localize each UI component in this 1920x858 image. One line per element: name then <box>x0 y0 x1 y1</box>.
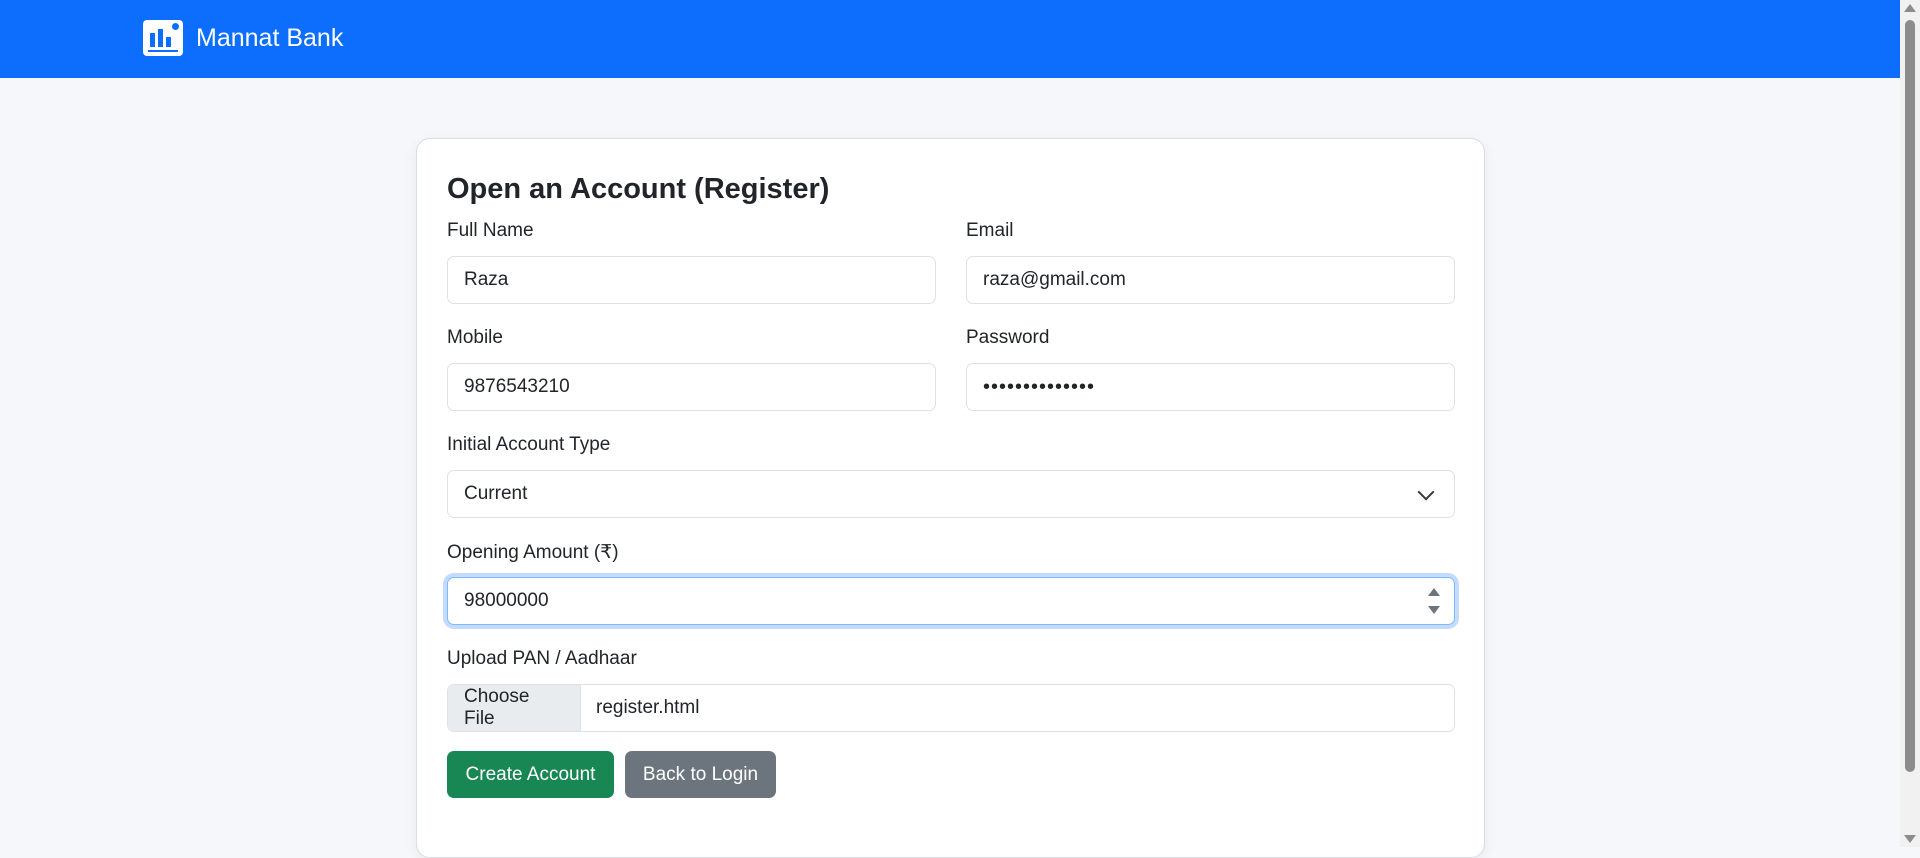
full-name-input[interactable]: Raza <box>447 256 936 304</box>
opening-amount-label: Opening Amount (₹) <box>447 542 619 563</box>
register-card: Open an Account (Register) Full Name Raz… <box>416 138 1485 858</box>
back-to-login-button[interactable]: Back to Login <box>625 751 776 798</box>
password-label: Password <box>966 327 1050 348</box>
page-title: Open an Account (Register) <box>447 173 830 205</box>
brand-name: Mannat Bank <box>196 23 344 52</box>
number-spinner[interactable] <box>1428 588 1440 614</box>
email-label: Email <box>966 220 1014 241</box>
selected-file-name: register.html <box>596 697 700 718</box>
brand-link[interactable]: Mannat Bank <box>143 20 343 56</box>
account-type-select[interactable]: Current <box>447 470 1455 518</box>
opening-amount-input[interactable]: 98000000 <box>447 577 1455 625</box>
mobile-label: Mobile <box>447 327 503 348</box>
password-value: •••••••••••••• <box>983 375 1096 398</box>
file-upload-input[interactable]: Choose File register.html <box>447 684 1455 732</box>
mobile-input[interactable]: 9876543210 <box>447 363 936 411</box>
email-input[interactable]: raza@gmail.com <box>966 256 1455 304</box>
chevron-down-icon <box>1417 483 1435 501</box>
full-name-label: Full Name <box>447 220 534 241</box>
choose-file-button[interactable]: Choose File <box>448 685 581 731</box>
email-value: raza@gmail.com <box>983 269 1126 290</box>
page-scrollbar[interactable] <box>1900 0 1920 847</box>
scrollbar-thumb[interactable] <box>1905 20 1915 772</box>
mobile-value: 9876543210 <box>464 376 570 397</box>
opening-amount-value: 98000000 <box>464 590 549 611</box>
account-type-value: Current <box>464 483 528 504</box>
password-input[interactable]: •••••••••••••• <box>966 363 1455 411</box>
bank-chart-logo-icon <box>143 20 183 56</box>
spin-up-icon[interactable] <box>1428 588 1440 596</box>
full-name-value: Raza <box>464 269 509 290</box>
spin-down-icon[interactable] <box>1428 606 1440 614</box>
scroll-up-arrow-icon[interactable] <box>1904 4 1916 12</box>
top-navbar: Mannat Bank <box>0 0 1900 78</box>
create-account-button[interactable]: Create Account <box>447 751 614 798</box>
scroll-down-arrow-icon[interactable] <box>1904 835 1916 843</box>
upload-label: Upload PAN / Aadhaar <box>447 648 637 669</box>
account-type-label: Initial Account Type <box>447 434 611 455</box>
